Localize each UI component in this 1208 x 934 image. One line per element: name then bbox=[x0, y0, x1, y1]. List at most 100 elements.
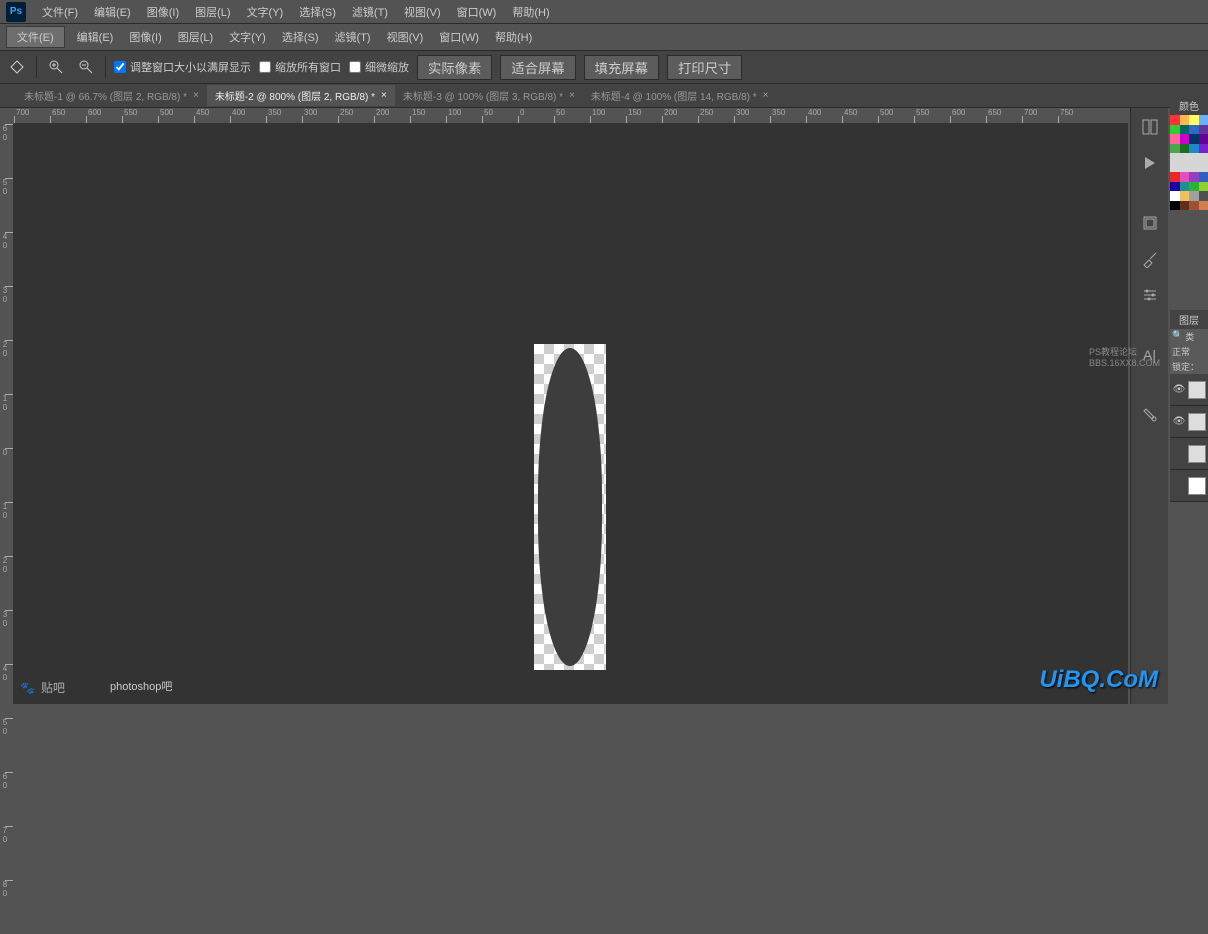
fill-screen-button[interactable]: 填充屏幕 bbox=[584, 55, 659, 80]
color-swatch[interactable] bbox=[1180, 191, 1190, 201]
history-panel-icon[interactable] bbox=[1137, 116, 1163, 138]
adjustments-panel-icon[interactable] bbox=[1137, 284, 1163, 306]
color-swatch[interactable] bbox=[1180, 115, 1190, 125]
menu-filter[interactable]: 滤镜(T) bbox=[344, 4, 396, 20]
color-swatch[interactable] bbox=[1180, 153, 1190, 163]
color-swatch[interactable] bbox=[1189, 153, 1199, 163]
visibility-icon[interactable]: 👁 bbox=[1172, 416, 1186, 427]
layer-thumbnail[interactable] bbox=[1188, 445, 1206, 463]
menu2-file[interactable]: 文件(E) bbox=[6, 26, 65, 48]
color-swatch[interactable] bbox=[1189, 163, 1199, 173]
close-icon[interactable]: × bbox=[763, 90, 769, 101]
color-swatch[interactable] bbox=[1189, 182, 1199, 192]
color-swatch[interactable] bbox=[1180, 182, 1190, 192]
menu2-select[interactable]: 选择(S) bbox=[274, 29, 327, 45]
menu-view[interactable]: 视图(V) bbox=[396, 4, 449, 20]
menu-select[interactable]: 选择(S) bbox=[291, 4, 344, 20]
menu-help[interactable]: 帮助(H) bbox=[504, 4, 557, 20]
menu2-window[interactable]: 窗口(W) bbox=[431, 29, 487, 45]
doc-tab-1[interactable]: 未标题-1 @ 66.7% (图层 2, RGB/8) *× bbox=[16, 85, 207, 106]
color-swatch[interactable] bbox=[1199, 144, 1208, 154]
print-size-button[interactable]: 打印尺寸 bbox=[667, 55, 742, 80]
color-swatch[interactable] bbox=[1199, 182, 1208, 192]
scrubby-checkbox[interactable]: 细微缩放 bbox=[349, 59, 409, 75]
color-swatch[interactable] bbox=[1180, 134, 1190, 144]
menu-layer[interactable]: 图层(L) bbox=[187, 4, 238, 20]
zoom-tool-icon[interactable] bbox=[6, 56, 28, 78]
color-swatch[interactable] bbox=[1170, 163, 1180, 173]
color-swatch[interactable] bbox=[1170, 172, 1180, 182]
color-swatch[interactable] bbox=[1170, 115, 1180, 125]
doc-tab-3[interactable]: 未标题-3 @ 100% (图层 3, RGB/8) *× bbox=[395, 85, 583, 106]
close-icon[interactable]: × bbox=[569, 90, 575, 101]
color-swatch[interactable] bbox=[1189, 115, 1199, 125]
menu2-help[interactable]: 帮助(H) bbox=[487, 29, 540, 45]
color-swatch[interactable] bbox=[1199, 172, 1208, 182]
layers-filter-row[interactable]: 🔍 类 bbox=[1170, 329, 1208, 344]
color-swatch[interactable] bbox=[1199, 125, 1208, 135]
properties-panel-icon[interactable] bbox=[1137, 212, 1163, 234]
visibility-icon[interactable]: 👁 bbox=[1172, 384, 1186, 395]
color-swatch[interactable] bbox=[1180, 172, 1190, 182]
tool-presets-icon[interactable] bbox=[1137, 404, 1163, 426]
color-swatch[interactable] bbox=[1199, 134, 1208, 144]
menu-file[interactable]: 文件(F) bbox=[34, 4, 86, 20]
color-swatch[interactable] bbox=[1199, 115, 1208, 125]
layer-thumbnail[interactable] bbox=[1188, 413, 1206, 431]
color-swatch[interactable] bbox=[1170, 134, 1180, 144]
color-swatch[interactable] bbox=[1199, 201, 1208, 211]
color-swatch[interactable] bbox=[1170, 201, 1180, 211]
color-swatch[interactable] bbox=[1170, 153, 1180, 163]
actions-panel-icon[interactable] bbox=[1137, 152, 1163, 174]
layer-row[interactable] bbox=[1170, 438, 1208, 470]
color-swatch[interactable] bbox=[1189, 144, 1199, 154]
menu-image[interactable]: 图像(I) bbox=[139, 4, 187, 20]
canvas-area[interactable] bbox=[14, 124, 1128, 704]
color-swatch[interactable] bbox=[1180, 163, 1190, 173]
menu2-layer[interactable]: 图层(L) bbox=[170, 29, 221, 45]
close-icon[interactable]: × bbox=[193, 90, 199, 101]
menu2-edit[interactable]: 编辑(E) bbox=[69, 29, 122, 45]
color-swatch[interactable] bbox=[1180, 125, 1190, 135]
layer-thumbnail[interactable] bbox=[1188, 477, 1206, 495]
color-swatch[interactable] bbox=[1189, 191, 1199, 201]
layer-thumbnail[interactable] bbox=[1188, 381, 1206, 399]
zoom-out-icon[interactable] bbox=[75, 56, 97, 78]
menu2-filter[interactable]: 滤镜(T) bbox=[327, 29, 379, 45]
color-swatch[interactable] bbox=[1199, 153, 1208, 163]
color-swatch[interactable] bbox=[1189, 172, 1199, 182]
actual-pixels-button[interactable]: 实际像素 bbox=[417, 55, 492, 80]
menu-window[interactable]: 窗口(W) bbox=[449, 4, 505, 20]
menu2-view[interactable]: 视图(V) bbox=[379, 29, 432, 45]
ruler-horizontal[interactable]: 7006506005505004504003503002502001501005… bbox=[14, 108, 1128, 124]
color-swatch[interactable] bbox=[1180, 201, 1190, 211]
doc-tab-4[interactable]: 未标题-4 @ 100% (图层 14, RGB/8) *× bbox=[583, 85, 777, 106]
color-swatch[interactable] bbox=[1189, 134, 1199, 144]
swatches-grid[interactable] bbox=[1170, 115, 1208, 210]
ruler-vertical[interactable]: 6 05 04 03 02 01 001 02 03 04 05 06 07 0… bbox=[0, 124, 14, 704]
menu-edit[interactable]: 编辑(E) bbox=[86, 4, 139, 20]
color-swatch[interactable] bbox=[1170, 144, 1180, 154]
color-swatch[interactable] bbox=[1189, 201, 1199, 211]
fit-screen-button[interactable]: 适合屏幕 bbox=[500, 55, 575, 80]
color-swatch[interactable] bbox=[1199, 163, 1208, 173]
brush-panel-icon[interactable] bbox=[1137, 248, 1163, 270]
resize-windows-checkbox[interactable]: 调整窗口大小以满屏显示 bbox=[114, 59, 251, 75]
color-swatch[interactable] bbox=[1189, 125, 1199, 135]
layer-row[interactable] bbox=[1170, 470, 1208, 502]
color-swatch[interactable] bbox=[1170, 125, 1180, 135]
close-icon[interactable]: × bbox=[381, 90, 387, 101]
search-icon[interactable]: 🔍 bbox=[1172, 330, 1183, 343]
layer-row[interactable]: 👁 bbox=[1170, 406, 1208, 438]
menu2-image[interactable]: 图像(I) bbox=[121, 29, 169, 45]
layer-row[interactable]: 👁 bbox=[1170, 374, 1208, 406]
zoom-all-checkbox[interactable]: 缩放所有窗口 bbox=[259, 59, 341, 75]
zoom-in-icon[interactable] bbox=[45, 56, 67, 78]
menu2-type[interactable]: 文字(Y) bbox=[221, 29, 274, 45]
layers-blend-mode[interactable]: 正常 bbox=[1170, 344, 1208, 359]
color-swatch[interactable] bbox=[1199, 191, 1208, 201]
doc-tab-2[interactable]: 未标题-2 @ 800% (图层 2, RGB/8) *× bbox=[207, 85, 395, 106]
color-swatch[interactable] bbox=[1170, 182, 1180, 192]
color-swatch[interactable] bbox=[1170, 191, 1180, 201]
color-swatch[interactable] bbox=[1180, 144, 1190, 154]
